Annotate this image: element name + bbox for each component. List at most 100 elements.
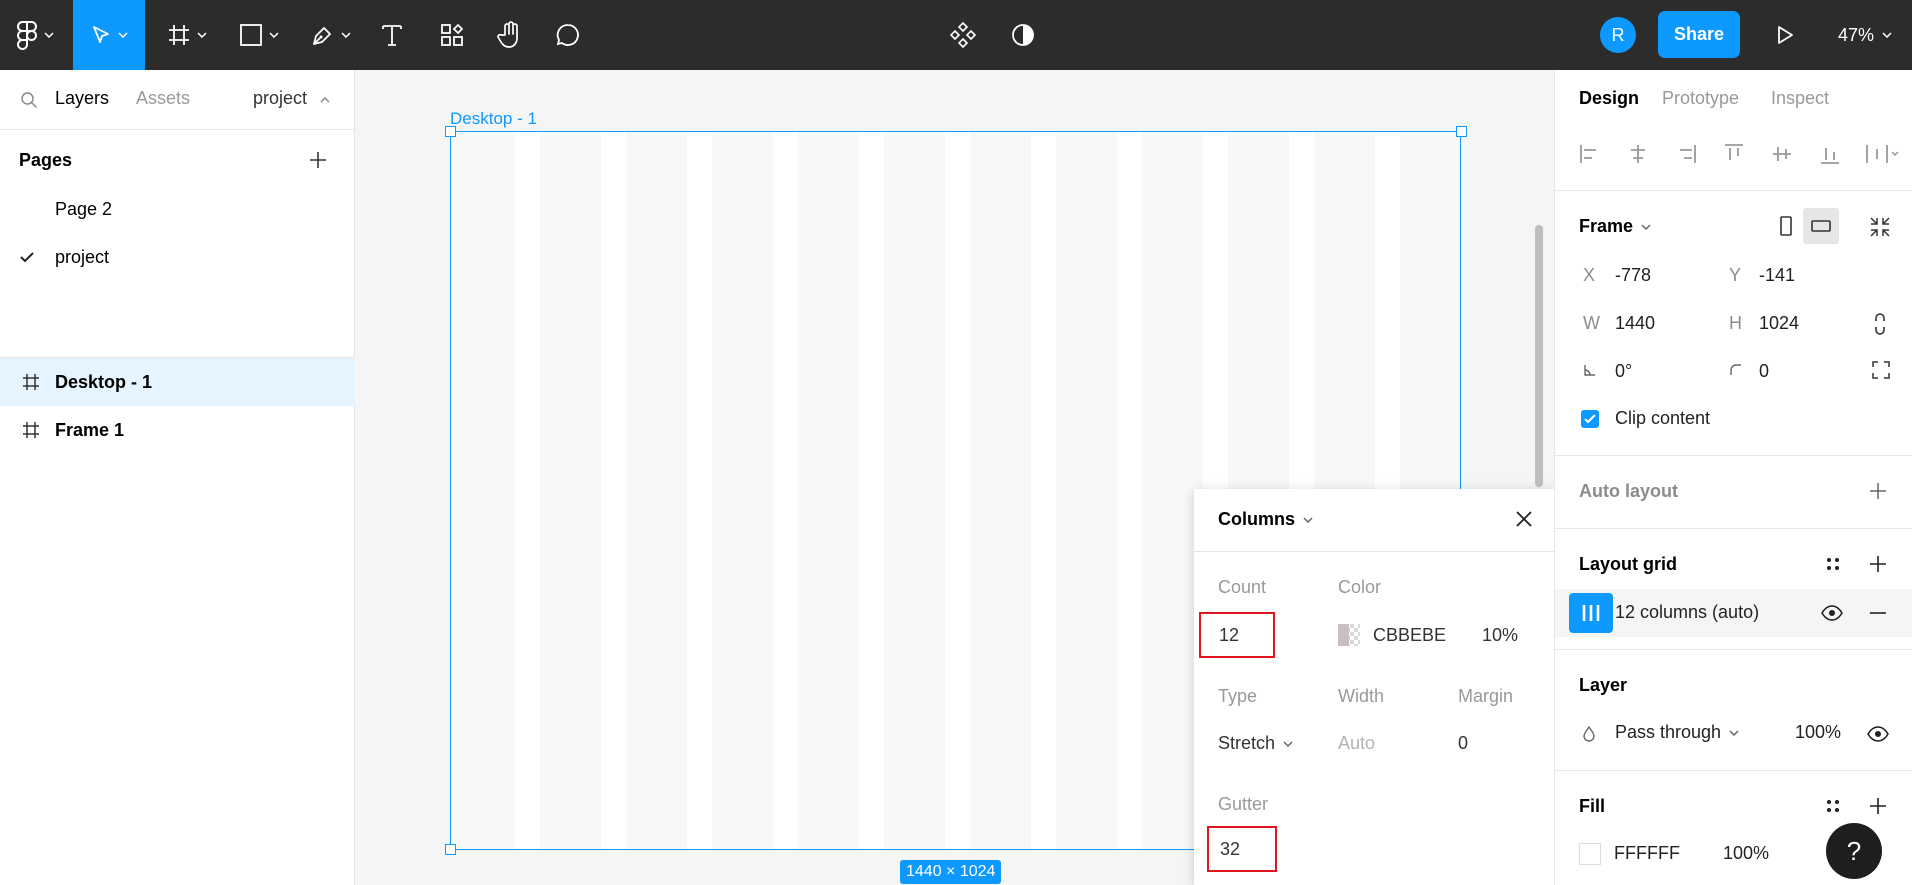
components-button[interactable] (946, 0, 980, 70)
corner-radius-input[interactable]: 0 (1759, 361, 1769, 382)
count-input[interactable]: 12 (1199, 612, 1275, 658)
add-auto-layout-icon[interactable] (1869, 482, 1887, 500)
align-bottom-icon[interactable] (1819, 143, 1841, 165)
frame-icon (169, 25, 189, 45)
resources-tool-button[interactable] (432, 0, 472, 70)
clip-content-checkbox[interactable] (1581, 410, 1599, 428)
grid-color-swatch[interactable] (1338, 624, 1360, 646)
page-label: project (55, 246, 110, 267)
resize-handle-top-left[interactable] (445, 126, 456, 137)
color-opacity-input[interactable]: 10% (1482, 625, 1518, 646)
frame-name-label[interactable]: Desktop - 1 (450, 109, 537, 129)
tab-assets[interactable]: Assets (136, 88, 190, 109)
chevron-down-icon (269, 32, 279, 38)
fill-opacity-input[interactable]: 100% (1723, 843, 1769, 864)
color-hex-input[interactable]: CBBEBE (1373, 625, 1446, 646)
page-item[interactable]: Page 2 (0, 187, 355, 231)
vertical-scrollbar[interactable] (1535, 225, 1543, 487)
eye-icon[interactable] (1821, 605, 1843, 621)
figma-logo-icon (17, 21, 37, 50)
shape-tool-button[interactable] (232, 0, 286, 70)
blend-mode-dropdown[interactable]: Pass through (1615, 722, 1739, 743)
tab-layers[interactable]: Layers (55, 88, 109, 109)
search-icon[interactable] (20, 91, 38, 109)
count-label: Count (1218, 577, 1267, 597)
comment-tool-button[interactable] (548, 0, 588, 70)
resources-icon (441, 23, 464, 46)
w-label: W (1583, 313, 1600, 333)
width-input[interactable]: 1440 (1615, 313, 1655, 334)
remove-icon[interactable] (1869, 612, 1887, 614)
page-switcher[interactable]: project (253, 88, 307, 109)
move-tool-button[interactable] (73, 0, 145, 70)
fill-color-swatch[interactable] (1579, 843, 1601, 865)
corner-radius-icon (1730, 364, 1741, 375)
independent-corners-icon[interactable] (1871, 360, 1891, 380)
help-button[interactable]: ? (1826, 823, 1882, 879)
resize-to-fit-icon[interactable] (1869, 216, 1891, 238)
type-value: Stretch (1218, 733, 1276, 753)
portrait-icon[interactable] (1779, 215, 1793, 237)
column-grid-settings-toggle[interactable] (1569, 593, 1613, 633)
align-vertical-center-icon[interactable] (1771, 143, 1793, 165)
layer-section-title: Layer (1579, 675, 1628, 695)
pen-tool-button[interactable] (304, 0, 358, 70)
landscape-icon (1811, 220, 1831, 232)
tab-inspect[interactable]: Inspect (1771, 88, 1829, 109)
type-dropdown[interactable]: Stretch (1218, 733, 1293, 754)
align-left-icon[interactable] (1579, 143, 1601, 165)
align-horizontal-center-icon[interactable] (1627, 143, 1649, 165)
chevron-down-icon (341, 32, 351, 38)
align-right-icon[interactable] (1675, 143, 1697, 165)
blend-mode-icon (1583, 726, 1595, 742)
grid-type-dropdown[interactable]: Columns (1218, 509, 1313, 530)
layout-grid-item[interactable]: 12 columns (auto) (1555, 589, 1912, 637)
layer-item-desktop-1[interactable]: Desktop - 1 (0, 358, 355, 406)
width-input[interactable]: Auto (1338, 733, 1375, 754)
add-layout-grid-icon[interactable] (1869, 555, 1887, 573)
main-menu-button[interactable] (0, 0, 70, 70)
frame-tool-button[interactable] (160, 0, 214, 70)
page-item-current[interactable]: project (0, 235, 355, 279)
grid-styles-icon[interactable] (1825, 556, 1841, 572)
divider (1555, 455, 1912, 456)
y-input[interactable]: -141 (1759, 265, 1795, 286)
landscape-toggle[interactable] (1803, 208, 1839, 244)
divider (1555, 190, 1912, 191)
hand-tool-button[interactable] (490, 0, 530, 70)
check-icon (20, 252, 34, 263)
gutter-input[interactable]: 32 (1207, 826, 1277, 872)
zoom-control[interactable]: 47% (1838, 0, 1892, 70)
resize-handle-bottom-left[interactable] (445, 844, 456, 855)
distribute-icon[interactable] (1865, 143, 1901, 165)
fill-styles-icon[interactable] (1825, 798, 1841, 814)
tab-prototype[interactable]: Prototype (1662, 88, 1739, 109)
add-page-icon[interactable] (309, 151, 327, 169)
resize-handle-top-right[interactable] (1456, 126, 1467, 137)
present-button[interactable] (1770, 0, 1800, 70)
height-input[interactable]: 1024 (1759, 313, 1799, 334)
margin-input[interactable]: 0 (1458, 733, 1468, 754)
close-icon[interactable] (1514, 509, 1534, 529)
layout-grid-label: 12 columns (auto) (1615, 602, 1760, 622)
add-fill-icon[interactable] (1869, 797, 1887, 815)
constrain-proportions-icon[interactable] (1873, 312, 1887, 336)
x-input[interactable]: -778 (1615, 265, 1651, 286)
h-label: H (1729, 313, 1742, 333)
layer-opacity-input[interactable]: 100% (1795, 722, 1841, 743)
user-avatar[interactable]: R (1600, 17, 1636, 53)
fill-hex-input[interactable]: FFFFFF (1614, 843, 1680, 864)
tab-design[interactable]: Design (1579, 88, 1639, 109)
align-top-icon[interactable] (1723, 143, 1745, 165)
frame-type-dropdown[interactable]: Frame (1579, 216, 1651, 237)
layer-item-frame-1[interactable]: Frame 1 (0, 406, 355, 454)
margin-label: Margin (1458, 686, 1514, 706)
text-tool-button[interactable] (372, 0, 412, 70)
theme-toggle-button[interactable] (1006, 0, 1040, 70)
left-sidebar: Layers Assets project Pages Page 2 proje… (0, 70, 355, 885)
chevron-down-icon (1283, 740, 1293, 747)
eye-icon[interactable] (1867, 726, 1889, 742)
share-button[interactable]: Share (1658, 11, 1740, 58)
x-label: X (1583, 265, 1596, 285)
rotation-input[interactable]: 0° (1615, 361, 1632, 382)
